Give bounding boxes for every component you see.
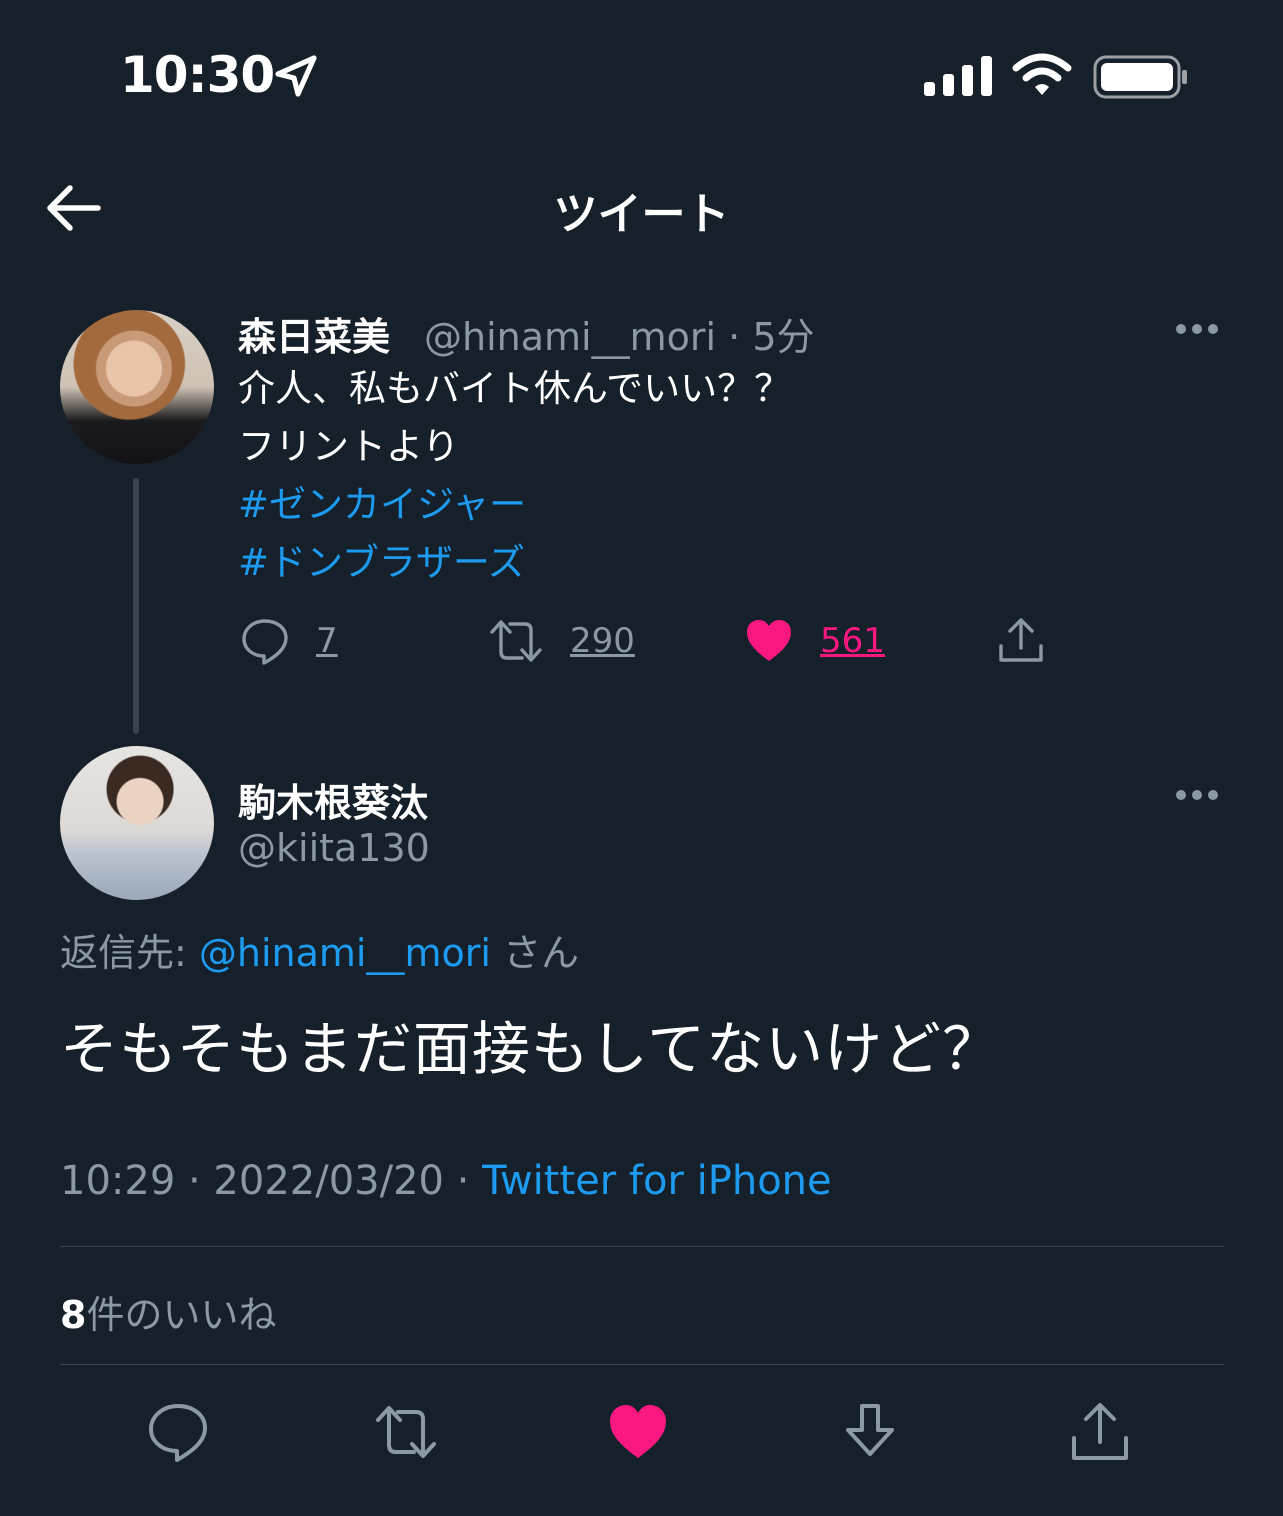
like-count: 561 xyxy=(820,621,885,661)
tweet-metadata: 10:29 · 2022/03/20 · Twitter for iPhone xyxy=(60,1158,832,1204)
tweet-text-line: フリントより xyxy=(238,425,460,468)
retweet-icon[interactable] xyxy=(374,1400,438,1464)
reply-count: 7 xyxy=(316,621,338,661)
battery-icon xyxy=(1093,55,1187,99)
reply-mention-link[interactable]: @hinami__mori xyxy=(199,931,491,975)
status-time: 10:30 xyxy=(120,46,275,104)
heart-filled-icon xyxy=(747,620,791,661)
divider xyxy=(60,1246,1224,1247)
tweet-text-line: 介人、私もバイト休んでいい？？ xyxy=(238,367,792,410)
heart-filled-icon[interactable] xyxy=(606,1400,670,1464)
likes-count: 8 xyxy=(60,1293,87,1337)
avatar[interactable] xyxy=(60,746,214,900)
hashtag-link[interactable]: #ゼンカイジャー xyxy=(238,476,526,534)
reply-icon[interactable] xyxy=(146,1400,210,1464)
tweet-text: そもそもまだ面接もしてないけど？ xyxy=(60,1015,1002,1083)
cellular-signal-icon xyxy=(924,56,992,96)
author-handle[interactable]: @hinami__mori xyxy=(424,315,716,359)
reply-icon xyxy=(242,619,288,665)
retweet-icon xyxy=(490,620,542,662)
thread-connector-line xyxy=(133,478,139,734)
hashtag-link[interactable]: #ドンブラザーズ xyxy=(238,534,525,592)
author-name[interactable]: 駒木根葵汰 xyxy=(238,772,428,827)
bookmark-download-icon[interactable] xyxy=(838,1400,902,1464)
share-icon[interactable] xyxy=(1068,1400,1132,1464)
wifi-icon xyxy=(1012,53,1072,95)
separator-dot: · xyxy=(728,315,741,359)
more-options-icon[interactable] xyxy=(1175,789,1219,801)
tweet-timestamp: 10:29 · 2022/03/20 · xyxy=(60,1158,470,1204)
tweet-time-ago: 5分 xyxy=(752,315,815,359)
tweet-source-link[interactable]: Twitter for iPhone xyxy=(482,1158,832,1204)
retweet-action[interactable]: 290 xyxy=(488,616,635,666)
divider xyxy=(60,1364,1224,1365)
author-name[interactable]: 森日菜美 xyxy=(238,306,390,361)
author-handle[interactable]: @kiita130 xyxy=(238,826,430,870)
replying-to: 返信先: @hinami__mori さん xyxy=(60,922,579,977)
likes-summary[interactable]: 8件のいいね xyxy=(60,1284,276,1339)
retweet-count: 290 xyxy=(570,621,635,661)
likes-label: 件のいいね xyxy=(86,1293,277,1337)
page-title: ツイート xyxy=(553,189,730,240)
more-options-icon[interactable] xyxy=(1175,323,1219,335)
reply-action[interactable]: 7 xyxy=(240,616,338,666)
replying-to-suffix: さん xyxy=(503,931,580,975)
share-icon xyxy=(999,618,1043,662)
avatar[interactable] xyxy=(60,310,214,464)
share-action[interactable] xyxy=(996,616,1046,666)
location-arrow-icon xyxy=(275,55,317,97)
like-action[interactable]: 561 xyxy=(744,616,885,666)
replying-to-label: 返信先: xyxy=(60,931,187,975)
author-handle-time: @hinami__mori · 5分 xyxy=(424,306,815,361)
